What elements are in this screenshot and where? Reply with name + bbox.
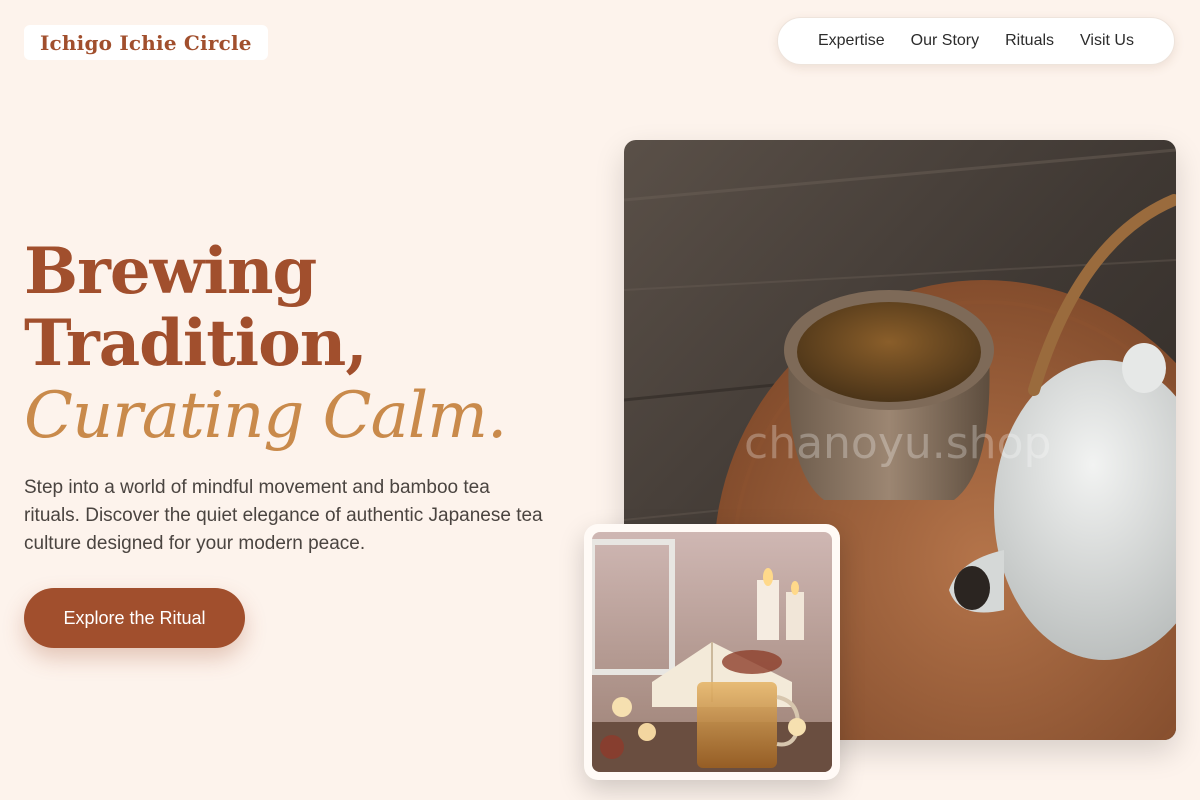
main-nav: Expertise Our Story Rituals Visit Us bbox=[777, 17, 1175, 65]
nav-item-rituals[interactable]: Rituals bbox=[1005, 32, 1054, 50]
hero-subtext: Step into a world of mindful movement an… bbox=[24, 477, 543, 554]
headline-line-1: Brewing bbox=[24, 234, 317, 309]
secondary-photo-card bbox=[584, 524, 840, 780]
brand-logo[interactable]: Ichigo Ichie Circle bbox=[24, 25, 268, 60]
watermark-text: chanoyu.shop bbox=[744, 418, 1051, 469]
secondary-tea-photo bbox=[592, 532, 832, 772]
tea-candles-book-photo-icon bbox=[592, 532, 832, 772]
nav-item-expertise[interactable]: Expertise bbox=[818, 32, 885, 50]
nav-item-our-story[interactable]: Our Story bbox=[911, 32, 979, 50]
explore-ritual-button[interactable]: Explore the Ritual bbox=[24, 588, 245, 648]
hero-headline: Brewing Tradition, Curating Calm. bbox=[24, 234, 507, 453]
headline-line-2: Tradition, bbox=[24, 306, 368, 381]
nav-item-visit-us[interactable]: Visit Us bbox=[1080, 32, 1134, 50]
headline-accent: Curating Calm. bbox=[24, 379, 507, 453]
